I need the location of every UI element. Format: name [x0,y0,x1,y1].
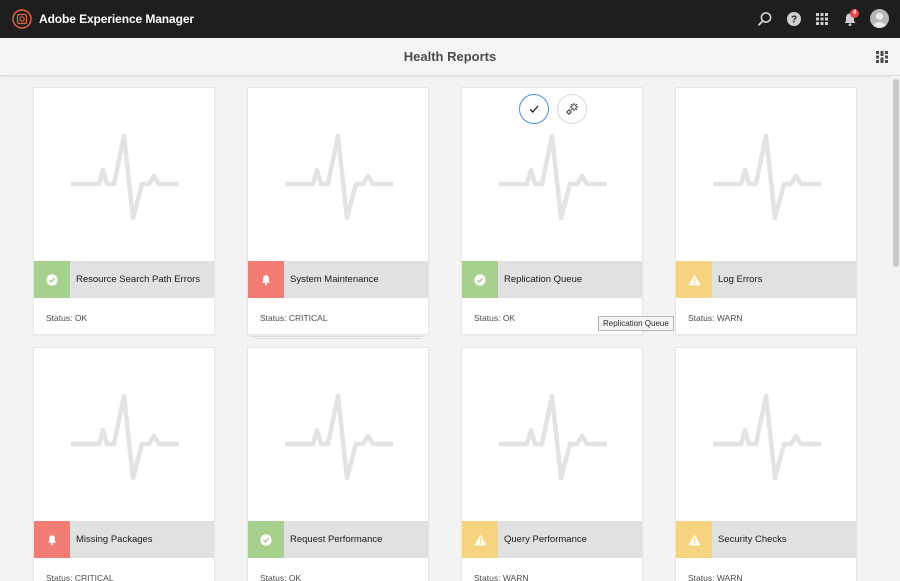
status-indicator [248,521,284,558]
action-bar: Health Reports [0,38,900,76]
page-title: Health Reports [403,49,497,64]
heartbeat-icon [71,393,179,481]
report-card[interactable]: Log Errors Status: WARN [675,87,857,335]
card-status-bar: Resource Search Path Errors [34,261,214,298]
bell-icon [262,274,270,285]
report-card[interactable]: Replication Queue Status: OK [461,87,643,335]
card-status: Status: OK [260,573,302,581]
card-status-bar: Security Checks [676,521,856,558]
card-title: Request Performance [290,534,383,545]
card-stack-edge [255,338,421,339]
card-status-bar: Replication Queue [462,261,642,298]
card-thumbnail [676,88,856,261]
heartbeat-icon [713,393,821,481]
tooltip: Replication Queue [598,316,674,331]
heartbeat-icon [499,133,607,221]
help-icon[interactable]: ? [785,10,803,28]
notification-count-badge: 4 [850,9,859,18]
status-indicator [462,261,498,298]
checkmark-icon [46,273,58,286]
status-indicator [34,261,70,298]
card-title: Query Performance [504,534,587,545]
alert-icon [687,274,701,285]
status-indicator [676,521,712,558]
select-quick-action[interactable] [519,94,549,124]
status-indicator [248,261,284,298]
search-icon[interactable] [756,10,774,28]
report-card[interactable]: Query Performance Status: WARN [461,347,643,581]
aem-logo-icon[interactable] [12,9,32,29]
card-thumbnail [248,348,428,521]
alert-icon [473,534,487,545]
checkmark-icon [474,273,486,286]
card-title: System Maintenance [290,274,379,285]
card-title: Missing Packages [76,534,153,545]
report-card[interactable]: System Maintenance Status: CRITICAL [247,87,429,335]
report-card[interactable]: Security Checks Status: WARN [675,347,857,581]
report-card[interactable]: Missing Packages Status: CRITICAL [33,347,215,581]
shell-header: Adobe Experience Manager ? 4 [0,0,900,38]
card-status-bar: System Maintenance [248,261,428,298]
card-status: Status: CRITICAL [260,313,328,323]
card-title: Resource Search Path Errors [76,274,201,285]
card-thumbnail [676,348,856,521]
card-thumbnail [34,88,214,261]
app-title[interactable]: Adobe Experience Manager [39,0,194,38]
card-status: Status: WARN [688,313,743,323]
heartbeat-icon [499,393,607,481]
heartbeat-icon [285,133,393,221]
user-avatar[interactable] [870,9,889,28]
solutions-grid-icon[interactable] [813,10,831,28]
status-indicator [34,521,70,558]
card-thumbnail [462,88,642,261]
heartbeat-icon [713,133,821,221]
card-view-icon[interactable] [876,51,888,63]
card-title: Replication Queue [504,274,583,285]
card-status: Status: WARN [688,573,743,581]
gears-icon [566,102,579,115]
report-card[interactable]: Request Performance Status: OK [247,347,429,581]
report-card[interactable]: Resource Search Path Errors Status: OK [33,87,215,335]
card-stack-edge [251,336,425,337]
configure-quick-action[interactable] [557,94,587,124]
card-status: Status: OK [474,313,516,323]
checkmark-icon [260,533,272,546]
card-title: Log Errors [718,274,763,285]
bell-icon [48,534,56,545]
scrollbar-thumb[interactable] [893,79,899,267]
card-title: Security Checks [718,534,787,545]
card-thumbnail [34,348,214,521]
alert-icon [687,534,701,545]
card-status-bar: Request Performance [248,521,428,558]
card-status: Status: OK [46,313,88,323]
card-status: Status: CRITICAL [46,573,114,581]
card-status-bar: Query Performance [462,521,642,558]
card-thumbnail [462,348,642,521]
checkmark-icon [529,105,539,113]
status-indicator [462,521,498,558]
user-icon [873,12,886,28]
card-status: Status: WARN [474,573,529,581]
heartbeat-icon [285,393,393,481]
status-indicator [676,261,712,298]
card-thumbnail [248,88,428,261]
card-status-bar: Log Errors [676,261,856,298]
svg-text:?: ? [791,15,797,26]
card-status-bar: Missing Packages [34,521,214,558]
heartbeat-icon [71,133,179,221]
